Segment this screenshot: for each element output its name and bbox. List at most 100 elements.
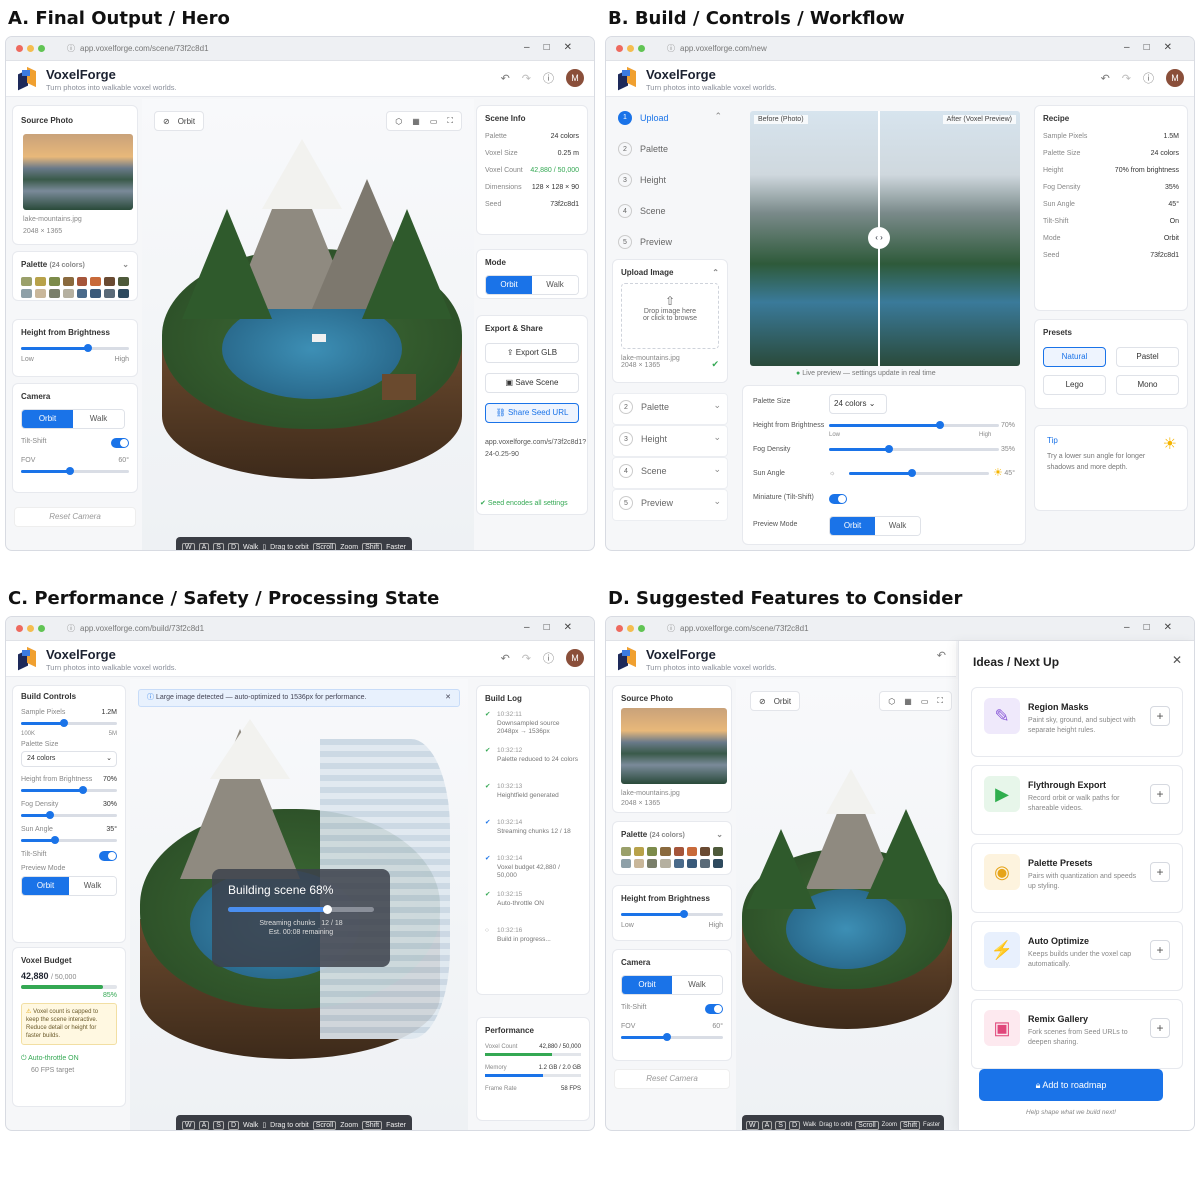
window-controls[interactable]: –□✕	[524, 622, 586, 633]
swatch[interactable]	[90, 289, 102, 298]
swatch[interactable]	[647, 847, 658, 856]
height-slider[interactable]	[621, 910, 723, 918]
orbit-option[interactable]: Orbit	[22, 410, 73, 428]
palette-card[interactable]: Palette (24 colors) ⌄	[12, 251, 138, 301]
step-preview[interactable]: 5 Preview	[612, 229, 728, 260]
swatch[interactable]	[76, 289, 88, 298]
swatch[interactable]	[62, 277, 74, 286]
viewport[interactable]: ⓘ Large image detected — auto-optimized …	[130, 679, 468, 1130]
palette-size-select[interactable]: 24 colors ⌄	[21, 751, 117, 767]
viewport[interactable]: ⊘ Orbit ⬡ ▦ ▭ ⛶ W A S D Walk Drag to orbit Scroll Z…	[736, 679, 958, 1130]
preview-mode-toggle[interactable]: Orbit Walk	[21, 876, 117, 896]
add-icon[interactable]: +	[1150, 862, 1170, 882]
chevron-down-icon[interactable]: ⌄	[713, 496, 721, 507]
orbit-option[interactable]: Orbit	[22, 877, 69, 895]
swatch[interactable]	[118, 277, 129, 286]
close-dot[interactable]	[616, 625, 623, 632]
minimize-dot[interactable]	[627, 625, 634, 632]
swatch[interactable]	[76, 277, 88, 286]
swatch[interactable]	[712, 847, 723, 856]
undo-icon[interactable]: ↶	[501, 652, 510, 665]
window-controls[interactable]: –□✕	[524, 42, 586, 53]
source-photo-thumbnail[interactable]	[621, 708, 727, 784]
avatar[interactable]: M	[566, 649, 584, 667]
address-bar[interactable]: app.voxelforge.com/build/73f2c8d1	[64, 621, 244, 637]
avatar[interactable]: M	[1166, 69, 1184, 87]
swatch[interactable]	[660, 859, 671, 868]
palette-card[interactable]: Palette (24 colors) ⌄	[612, 821, 732, 875]
height-slider[interactable]	[829, 421, 999, 429]
idea-card-region-masks[interactable]: ✎ Region Masks Paint sky, ground, and subj…	[971, 687, 1183, 757]
before-after-compare[interactable]: ‹ › Before (Photo) After (Voxel Preview)	[750, 111, 1020, 366]
swatch[interactable]	[21, 289, 32, 298]
preview-mode-toggle[interactable]: Orbit Walk	[829, 516, 921, 536]
add-to-roadmap-button[interactable]: 🔒︎ Add to roadmap	[979, 1069, 1163, 1101]
minimize-dot[interactable]	[27, 625, 34, 632]
chevron-up-icon[interactable]: ⌃	[714, 111, 722, 122]
screenshot-icon[interactable]: ▭	[430, 117, 438, 126]
share-seed-url-button[interactable]: ⛓ Share Seed URL	[485, 403, 579, 423]
swatch[interactable]	[699, 859, 710, 868]
address-bar[interactable]: app.voxelforge.com/scene/73f2c8d1	[664, 621, 844, 637]
minimize-dot[interactable]	[27, 45, 34, 52]
help-icon[interactable]: ⓘ	[543, 70, 554, 86]
orbit-option[interactable]: Orbit	[486, 276, 532, 294]
help-icon[interactable]: ⓘ	[1143, 70, 1154, 86]
chevron-down-icon[interactable]: ⌄	[713, 464, 721, 475]
fov-slider[interactable]	[621, 1033, 723, 1041]
fog-slider[interactable]	[829, 445, 999, 453]
tilt-shift-toggle[interactable]	[111, 438, 129, 448]
save-scene-button[interactable]: ▣ Save Scene	[485, 373, 579, 393]
height-slider[interactable]	[21, 786, 117, 794]
swatch[interactable]	[634, 847, 645, 856]
preset-lego[interactable]: Lego	[1043, 375, 1106, 395]
drop-zone[interactable]: ⇧ Drop image here or click to browse	[621, 283, 719, 349]
fullscreen-icon[interactable]: ⛶	[447, 116, 453, 126]
orbit-option[interactable]: Orbit	[830, 517, 875, 535]
viewport-toolbar[interactable]: ⬡ ▦ ▭ ⛶	[879, 691, 952, 711]
step-height[interactable]: 3 Height	[612, 167, 728, 198]
swatch[interactable]	[634, 859, 645, 868]
height-slider[interactable]	[21, 344, 129, 352]
swatch[interactable]	[647, 859, 658, 868]
maximize-dot[interactable]	[638, 625, 645, 632]
idea-card-auto-optimize[interactable]: ⚡ Auto Optimize Keeps builds under the vox…	[971, 921, 1183, 991]
swatch[interactable]	[621, 847, 632, 856]
export-glb-button[interactable]: ⇪ Export GLB	[485, 343, 579, 363]
walk-option[interactable]: Walk	[672, 976, 722, 994]
preset-pastel[interactable]: Pastel	[1116, 347, 1179, 367]
add-icon[interactable]: +	[1150, 1018, 1170, 1038]
sun-slider[interactable]	[849, 469, 989, 477]
swatch[interactable]	[34, 277, 46, 286]
close-dot[interactable]	[616, 45, 623, 52]
voxel-scene[interactable]	[736, 769, 958, 1049]
preset-natural[interactable]: Natural	[1043, 347, 1106, 367]
viewport-toolbar[interactable]: ⬡ ▦ ▭ ⛶	[386, 111, 462, 131]
swatch[interactable]	[34, 289, 46, 298]
redo-icon[interactable]: ↷	[522, 652, 531, 665]
walk-option[interactable]: Walk	[69, 877, 116, 895]
chevron-down-icon[interactable]: ⌄	[122, 260, 129, 269]
add-icon[interactable]: +	[1150, 784, 1170, 804]
window-controls[interactable]: –□✕	[1124, 42, 1186, 53]
step-palette[interactable]: 2 Palette ⌄	[612, 393, 728, 425]
idea-card-remix-gallery[interactable]: ▣ Remix Gallery Fork scenes from Seed URLs…	[971, 999, 1183, 1069]
undo-icon[interactable]: ↶	[501, 72, 510, 85]
sun-slider[interactable]	[21, 836, 117, 844]
step-upload[interactable]: 1 Upload ⌃	[612, 105, 728, 136]
step-palette[interactable]: 2 Palette	[612, 136, 728, 167]
help-icon[interactable]: ⓘ	[543, 650, 554, 666]
tilt-shift-toggle[interactable]	[705, 1004, 723, 1014]
close-icon[interactable]: ✕	[1172, 653, 1182, 667]
window-controls[interactable]: –□✕	[1124, 622, 1186, 633]
camera-mode-toggle[interactable]: Orbit Walk	[621, 975, 723, 995]
close-dot[interactable]	[16, 45, 23, 52]
swatch[interactable]	[48, 277, 60, 286]
maximize-dot[interactable]	[38, 625, 45, 632]
maximize-dot[interactable]	[38, 45, 45, 52]
palette-size-select[interactable]: 24 colors ⌄	[829, 394, 887, 414]
maximize-dot[interactable]	[638, 45, 645, 52]
step-scene[interactable]: 4 Scene ⌄	[612, 457, 728, 489]
idea-card-flythrough-export[interactable]: ▶ Flythrough Export Record orbit or walk p…	[971, 765, 1183, 835]
redo-icon[interactable]: ↷	[1122, 72, 1131, 85]
